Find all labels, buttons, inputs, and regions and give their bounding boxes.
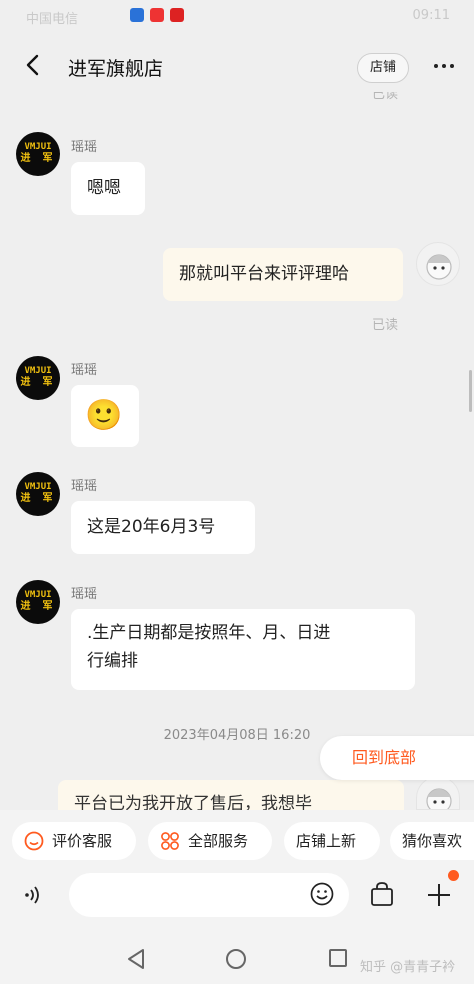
rate-service-button[interactable]: 评价客服 — [12, 822, 136, 860]
sender-name: 瑶瑶 — [71, 587, 98, 602]
system-nav-bar: 知乎 @青青子衿 — [0, 920, 474, 984]
avatar-text-line1: VMJUI — [24, 142, 52, 152]
plus-icon[interactable] — [424, 880, 454, 910]
message-text-line: 行编排 — [87, 651, 138, 671]
sender-name: 瑶瑶 — [71, 479, 98, 494]
avatar-text-line2: 进 军 — [20, 601, 56, 612]
app-notification-icon — [130, 8, 144, 22]
sender-name: 瑶瑶 — [71, 140, 98, 155]
nav-recent-icon[interactable] — [329, 949, 347, 967]
chevron-left-icon[interactable] — [20, 52, 46, 78]
chip-label: 猜你喜欢 — [402, 832, 463, 850]
clock: 09:11 — [412, 8, 450, 23]
emoji-icon[interactable] — [310, 882, 334, 906]
shop-new-button[interactable]: 店铺上新 — [284, 822, 380, 860]
scrollbar[interactable] — [469, 370, 472, 412]
chip-label: 全部服务 — [188, 832, 249, 850]
shopping-bag-icon[interactable] — [368, 880, 396, 908]
nav-back-icon[interactable] — [126, 948, 146, 970]
read-receipt: 已读 — [372, 92, 399, 102]
more-dots-icon[interactable] — [434, 64, 454, 68]
shop-avatar[interactable]: VMJUI 进 军 — [16, 132, 60, 176]
sender-name: 瑶瑶 — [71, 363, 98, 378]
status-bar: 中国电信 09:11 — [0, 0, 474, 34]
chat-header: 进军旗舰店 店铺 — [0, 34, 474, 98]
user-avatar-icon — [426, 254, 452, 280]
avatar-text-line1: VMJUI — [24, 482, 52, 492]
chip-label: 店铺上新 — [296, 832, 357, 850]
avatar-text-line2: 进 军 — [20, 377, 56, 388]
emoji-message-bubble[interactable]: 🙂 — [71, 385, 139, 447]
read-receipt: 已读 — [372, 318, 399, 333]
avatar-text-line1: VMJUI — [24, 590, 52, 600]
page-title: 进军旗舰店 — [68, 58, 164, 80]
voice-icon[interactable] — [22, 884, 44, 906]
avatar-text-line1: VMJUI — [24, 366, 52, 376]
message-bubble[interactable]: .生产日期都是按照年、月、日进 行编排 — [71, 609, 415, 690]
avatar-text-line2: 进 军 — [20, 153, 56, 164]
notification-icons — [130, 8, 184, 22]
shop-avatar[interactable]: VMJUI 进 军 — [16, 472, 60, 516]
my-message-bubble[interactable]: 那就叫平台来评评理哈 — [163, 248, 403, 301]
grid-icon — [161, 832, 179, 850]
message-text-line: .生产日期都是按照年、月、日进 — [87, 623, 331, 643]
notification-dot — [448, 870, 459, 881]
app-notification-icon — [150, 8, 164, 22]
shop-avatar[interactable]: VMJUI 进 军 — [16, 356, 60, 400]
shop-avatar[interactable]: VMJUI 进 军 — [16, 580, 60, 624]
nav-home-icon[interactable] — [226, 949, 246, 969]
all-services-button[interactable]: 全部服务 — [148, 822, 272, 860]
my-avatar[interactable] — [416, 242, 460, 286]
my-avatar[interactable] — [416, 776, 460, 810]
quick-action-bar: 评价客服 全部服务 店铺上新 猜你喜欢 — [0, 810, 474, 870]
input-bar — [0, 870, 474, 920]
avatar-text-line2: 进 军 — [20, 493, 56, 504]
app-notification-icon — [170, 8, 184, 22]
my-message-bubble[interactable]: 平台已为我开放了售后，我想毕 — [58, 780, 404, 810]
shop-button[interactable]: 店铺 — [357, 53, 409, 83]
jump-to-bottom-button[interactable]: 回到底部 — [320, 736, 474, 780]
user-avatar-icon — [426, 788, 452, 809]
chip-label: 评价客服 — [52, 832, 113, 850]
carrier-label: 中国电信 — [26, 12, 79, 27]
watermark: 知乎 @青青子衿 — [360, 960, 456, 975]
guess-you-like-button[interactable]: 猜你喜欢 — [390, 822, 474, 860]
smile-icon — [24, 831, 44, 851]
message-bubble[interactable]: 这是20年6月3号 — [71, 501, 255, 554]
message-input[interactable] — [69, 873, 349, 917]
message-bubble[interactable]: 嗯嗯 — [71, 162, 145, 215]
